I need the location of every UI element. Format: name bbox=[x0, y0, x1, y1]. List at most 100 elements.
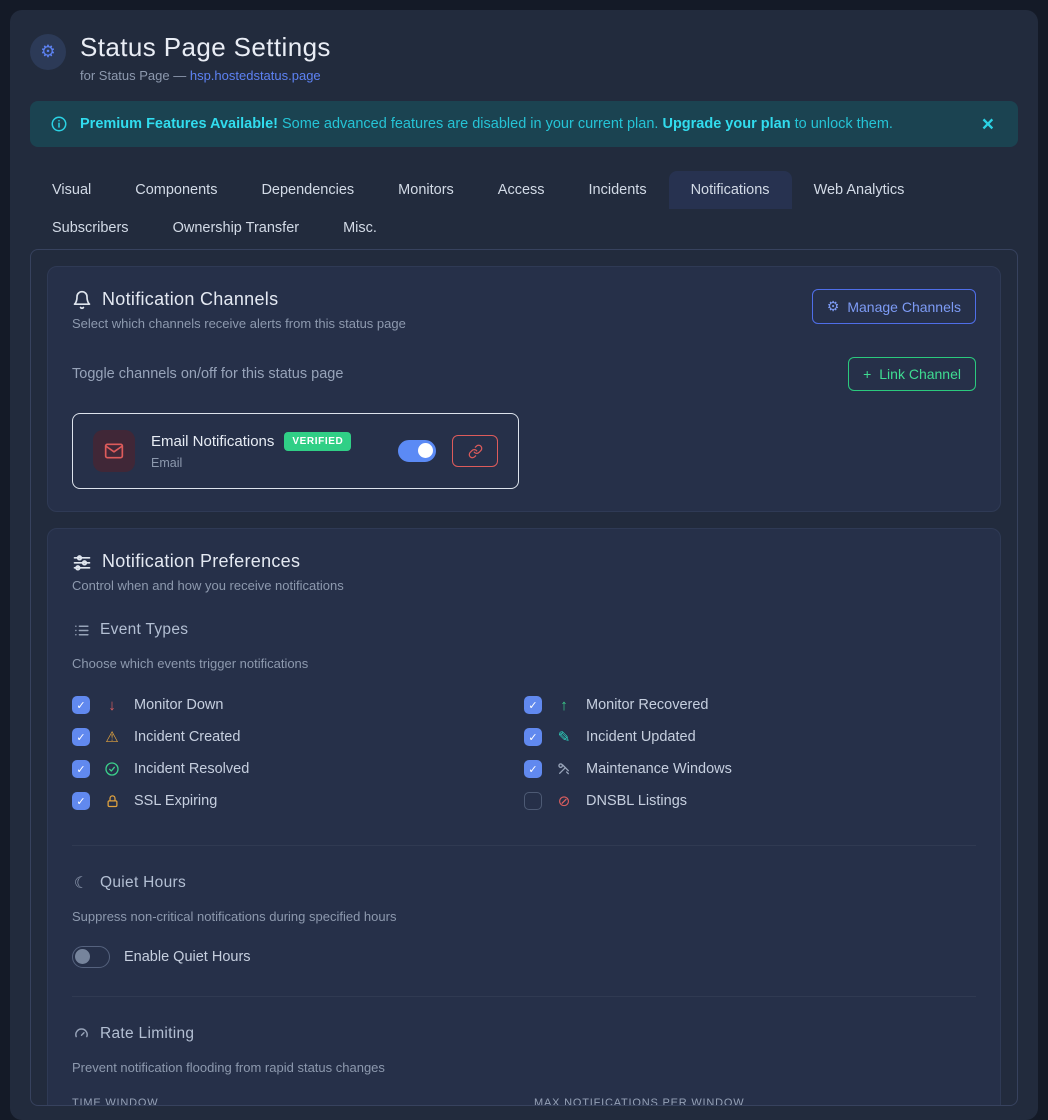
quiet-hours-title: Quiet Hours bbox=[100, 874, 186, 892]
tools-icon bbox=[555, 761, 573, 777]
arrow-up-icon: ↑ bbox=[555, 697, 573, 714]
event-type-label: Incident Created bbox=[134, 729, 240, 745]
toggle-knob bbox=[75, 949, 90, 964]
channels-subtitle: Select which channels receive alerts fro… bbox=[72, 316, 406, 331]
section-divider bbox=[72, 996, 976, 997]
upgrade-plan-link[interactable]: Upgrade your plan bbox=[662, 116, 790, 132]
check-icon: ✓ bbox=[76, 731, 85, 744]
channel-type: Email bbox=[151, 456, 382, 470]
info-icon bbox=[50, 115, 68, 133]
subtitle-text: for Status Page — bbox=[80, 68, 190, 83]
lock-icon bbox=[103, 794, 121, 809]
event-types-grid: ✓ ↓ Monitor Down ✓ ⚠ Incident Created ✓ … bbox=[72, 689, 976, 817]
arrow-down-icon: ↓ bbox=[103, 697, 121, 714]
status-page-link[interactable]: hsp.hostedstatus.page bbox=[190, 68, 321, 83]
tab-notifications[interactable]: Notifications bbox=[669, 171, 792, 209]
tab-ownership-transfer[interactable]: Ownership Transfer bbox=[151, 209, 322, 247]
no-entry-icon: ⊘ bbox=[555, 792, 573, 810]
event-type-maintenance-windows[interactable]: ✓ Maintenance Windows bbox=[524, 753, 976, 785]
max-notifications-label: MAX NOTIFICATIONS PER WINDOW bbox=[534, 1097, 976, 1106]
banner-close-button[interactable]: × bbox=[978, 112, 998, 137]
tab-web-analytics[interactable]: Web Analytics bbox=[792, 171, 927, 209]
manage-channels-label: Manage Channels bbox=[847, 299, 961, 315]
tab-monitors[interactable]: Monitors bbox=[376, 171, 476, 209]
event-type-incident-resolved[interactable]: ✓ Incident Resolved bbox=[72, 753, 524, 785]
notification-preferences-card: Notification Preferences Control when an… bbox=[47, 528, 1001, 1106]
toggle-knob bbox=[418, 443, 433, 458]
checkbox[interactable]: ✓ bbox=[524, 760, 542, 778]
gear-icon: ⚙ bbox=[827, 298, 840, 315]
event-type-label: Monitor Recovered bbox=[586, 697, 709, 713]
check-icon: ✓ bbox=[76, 795, 85, 808]
tab-dependencies[interactable]: Dependencies bbox=[239, 171, 376, 209]
event-type-label: Monitor Down bbox=[134, 697, 223, 713]
event-type-dnsbl-listings[interactable]: ✓ ⊘ DNSBL Listings bbox=[524, 785, 976, 817]
rate-limiting-subtitle: Prevent notification flooding from rapid… bbox=[72, 1060, 976, 1075]
sliders-icon bbox=[72, 552, 92, 572]
email-channel-card: Email Notifications VERIFIED Email bbox=[72, 413, 519, 489]
event-type-label: Incident Resolved bbox=[134, 761, 249, 777]
plus-icon: + bbox=[863, 366, 871, 382]
banner-text: Some advanced features are disabled in y… bbox=[278, 116, 662, 132]
event-type-label: DNSBL Listings bbox=[586, 793, 687, 809]
moon-icon: ☾ bbox=[72, 874, 90, 892]
event-type-incident-created[interactable]: ✓ ⚠ Incident Created bbox=[72, 721, 524, 753]
quiet-hours-toggle-label: Enable Quiet Hours bbox=[124, 949, 251, 965]
check-icon: ✓ bbox=[76, 763, 85, 776]
checkbox[interactable]: ✓ bbox=[72, 760, 90, 778]
check-icon: ✓ bbox=[528, 699, 537, 712]
banner-message: Premium Features Available! Some advance… bbox=[80, 116, 966, 132]
time-window-label: TIME WINDOW bbox=[72, 1097, 514, 1106]
manage-channels-button[interactable]: ⚙ Manage Channels bbox=[812, 289, 976, 324]
bell-icon bbox=[72, 290, 92, 310]
checkbox[interactable]: ✓ bbox=[72, 792, 90, 810]
toggle-channels-hint: Toggle channels on/off for this status p… bbox=[72, 366, 343, 382]
tab-access[interactable]: Access bbox=[476, 171, 567, 209]
list-icon bbox=[72, 621, 90, 639]
page-subtitle: for Status Page — hsp.hostedstatus.page bbox=[80, 68, 331, 83]
page-header: ⚙ Status Page Settings for Status Page —… bbox=[30, 32, 1018, 83]
tab-components[interactable]: Components bbox=[113, 171, 239, 209]
link-channel-label: Link Channel bbox=[879, 366, 961, 382]
event-type-incident-updated[interactable]: ✓ ✎ Incident Updated bbox=[524, 721, 976, 753]
settings-page: ⚙ Status Page Settings for Status Page —… bbox=[10, 10, 1038, 1120]
gauge-icon bbox=[72, 1025, 90, 1043]
event-types-subtitle: Choose which events trigger notification… bbox=[72, 656, 976, 671]
rate-limiting-title: Rate Limiting bbox=[100, 1025, 194, 1043]
check-icon: ✓ bbox=[76, 699, 85, 712]
checkbox[interactable]: ✓ bbox=[524, 728, 542, 746]
notification-channels-card: Notification Channels Select which chann… bbox=[47, 266, 1001, 512]
tab-visual[interactable]: Visual bbox=[30, 171, 113, 209]
gear-icon: ⚙ bbox=[30, 34, 66, 70]
settings-tabs: Visual Components Dependencies Monitors … bbox=[30, 171, 1018, 247]
tab-subscribers[interactable]: Subscribers bbox=[30, 209, 151, 247]
checkbox[interactable]: ✓ bbox=[524, 696, 542, 714]
event-types-title: Event Types bbox=[100, 621, 188, 639]
banner-tail: to unlock them. bbox=[791, 116, 893, 132]
channel-name: Email Notifications bbox=[151, 433, 274, 450]
tab-misc[interactable]: Misc. bbox=[321, 209, 399, 247]
quiet-hours-toggle[interactable] bbox=[72, 946, 110, 968]
circle-check-icon bbox=[103, 761, 121, 777]
warning-icon: ⚠ bbox=[103, 728, 121, 746]
check-icon: ✓ bbox=[528, 763, 537, 776]
mail-icon bbox=[93, 430, 135, 472]
notifications-tab-panel: Notification Channels Select which chann… bbox=[30, 249, 1018, 1106]
email-channel-toggle[interactable] bbox=[398, 440, 436, 462]
banner-bold-lead: Premium Features Available! bbox=[80, 116, 278, 132]
channels-title: Notification Channels bbox=[102, 289, 278, 310]
preferences-title: Notification Preferences bbox=[102, 551, 300, 572]
premium-banner: Premium Features Available! Some advance… bbox=[30, 101, 1018, 147]
checkbox[interactable]: ✓ bbox=[524, 792, 542, 810]
event-type-monitor-down[interactable]: ✓ ↓ Monitor Down bbox=[72, 689, 524, 721]
event-type-ssl-expiring[interactable]: ✓ SSL Expiring bbox=[72, 785, 524, 817]
event-type-label: SSL Expiring bbox=[134, 793, 217, 809]
unlink-channel-button[interactable] bbox=[452, 435, 498, 467]
checkbox[interactable]: ✓ bbox=[72, 696, 90, 714]
checkbox[interactable]: ✓ bbox=[72, 728, 90, 746]
event-type-monitor-recovered[interactable]: ✓ ↑ Monitor Recovered bbox=[524, 689, 976, 721]
page-title: Status Page Settings bbox=[80, 32, 331, 63]
link-channel-button[interactable]: + Link Channel bbox=[848, 357, 976, 391]
section-divider bbox=[72, 845, 976, 846]
tab-incidents[interactable]: Incidents bbox=[567, 171, 669, 209]
